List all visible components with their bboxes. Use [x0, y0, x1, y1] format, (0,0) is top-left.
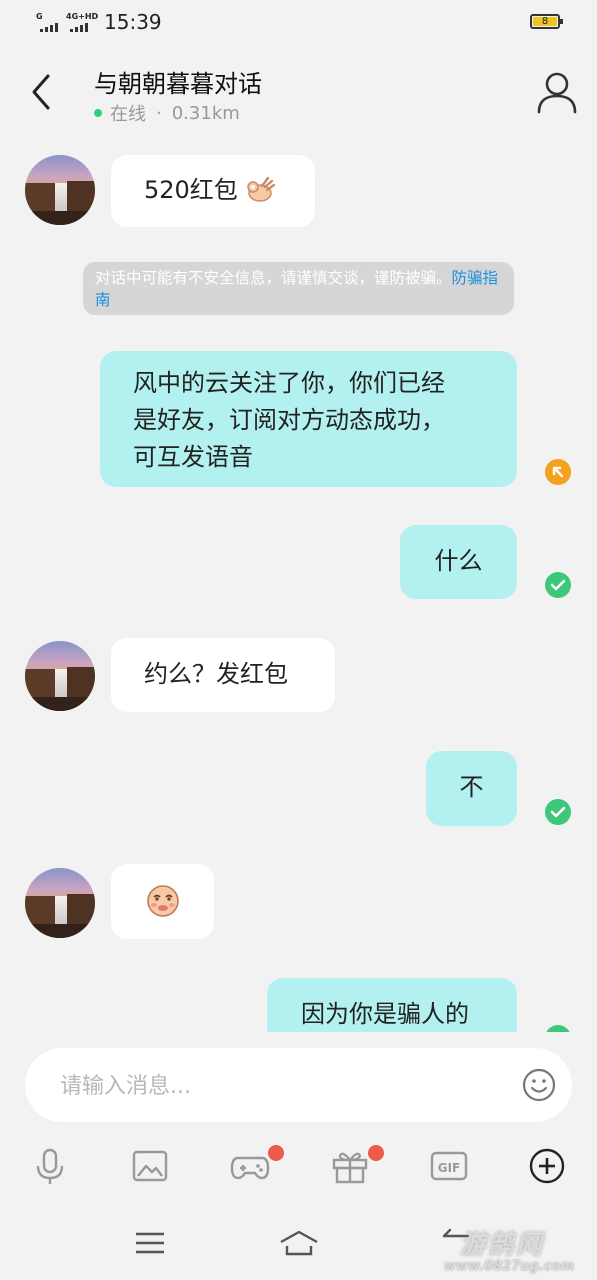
message-text: 约么？发红包 — [144, 660, 288, 688]
warning-text: 对话中可能有不安全信息，请谨慎交谈，谨防被骗。 — [95, 269, 452, 287]
status-separator: · — [156, 102, 162, 124]
online-status: 在线 — [110, 104, 146, 125]
message-bubble-outgoing[interactable]: 不 — [426, 751, 517, 826]
message-text: 520红包 — [144, 176, 238, 204]
menu-icon — [136, 1232, 164, 1254]
message-list[interactable]: 520红包 对话中可能有不安全信息，请谨慎交谈，谨防被骗。防骗指南 风中的云关注… — [0, 140, 597, 1032]
avatar[interactable] — [25, 868, 95, 938]
gif-label: GIF — [438, 1161, 461, 1175]
chat-screen: G 4G+HD 15:39 8 与朝朝暮暮对话 在线 · 0.31km 520红… — [0, 0, 597, 1280]
message-bubble-incoming[interactable]: 约么？发红包 — [111, 638, 335, 712]
image-icon — [132, 1150, 168, 1182]
battery-icon: 8 — [530, 14, 563, 29]
notification-badge — [268, 1145, 284, 1161]
clock: 15:39 — [104, 10, 162, 34]
message-input-bar — [25, 1048, 572, 1122]
avatar[interactable] — [25, 641, 95, 711]
message-bubble-incoming[interactable]: 520红包 — [111, 155, 315, 227]
gamepad-icon — [230, 1156, 270, 1180]
gif-icon: GIF — [430, 1151, 468, 1181]
more-button[interactable] — [527, 1146, 567, 1186]
chevron-left-icon — [32, 74, 50, 110]
message-line: 风中的云关注了你，你们已经 — [133, 369, 445, 397]
smiley-icon — [522, 1068, 556, 1102]
user-icon — [537, 72, 577, 114]
read-check-icon — [545, 572, 571, 598]
smirk-face-emoji — [147, 885, 179, 917]
distance: 0.31km — [171, 102, 240, 124]
notification-badge — [368, 1145, 384, 1161]
message-text: 不 — [459, 773, 484, 801]
gift-button[interactable] — [330, 1146, 370, 1186]
message-line: 是好友，订阅对方动态成功， — [133, 406, 445, 434]
plus-circle-icon — [529, 1148, 565, 1184]
message-line: 可互发语音 — [133, 443, 253, 471]
message-input[interactable] — [58, 1066, 502, 1106]
game-button[interactable] — [230, 1146, 270, 1186]
read-check-icon — [545, 799, 571, 825]
message-bubble-outgoing[interactable]: 什么 — [400, 525, 517, 599]
watermark-text: 游鹄网 — [460, 1230, 545, 1260]
pending-status-icon — [545, 459, 571, 485]
menu-nav-button[interactable] — [130, 1222, 170, 1262]
message-bubble-outgoing[interactable]: 因为你是骗人的 — [267, 978, 517, 1032]
back-button[interactable] — [28, 72, 60, 112]
home-nav-button[interactable] — [279, 1222, 319, 1262]
avatar[interactable] — [25, 155, 95, 225]
message-text: 因为你是骗人的 — [301, 1000, 469, 1028]
contact-status-line: 在线 · 0.31km — [94, 100, 240, 126]
message-bubble-outgoing[interactable]: 风中的云关注了你，你们已经 是好友，订阅对方动态成功， 可互发语音 — [100, 351, 517, 487]
security-warning: 对话中可能有不安全信息，请谨慎交谈，谨防被骗。防骗指南 — [83, 262, 514, 315]
ok-hand-emoji — [247, 176, 276, 202]
signal-bars-icon — [70, 22, 88, 32]
voice-button[interactable] — [30, 1146, 70, 1186]
signal-bars-icon — [40, 22, 58, 32]
online-dot-icon — [94, 109, 102, 117]
image-button[interactable] — [130, 1146, 170, 1186]
gif-button[interactable]: GIF — [429, 1146, 469, 1186]
home-icon — [280, 1230, 318, 1256]
signal-label-2: 4G+HD — [66, 12, 99, 21]
emoji-button[interactable] — [522, 1068, 556, 1102]
status-bar: G 4G+HD 15:39 8 — [0, 0, 597, 46]
microphone-icon — [36, 1148, 64, 1184]
conversation-title: 与朝朝暮暮对话 — [94, 70, 262, 98]
read-check-icon — [545, 1025, 571, 1032]
message-text: 什么 — [434, 547, 483, 575]
watermark-url: www.0827ug.com — [444, 1259, 574, 1274]
profile-button[interactable] — [536, 70, 578, 114]
message-bubble-incoming[interactable] — [111, 864, 214, 939]
gift-icon — [332, 1152, 368, 1184]
battery-level: 8 — [541, 16, 549, 27]
signal-label-1: G — [36, 12, 43, 21]
